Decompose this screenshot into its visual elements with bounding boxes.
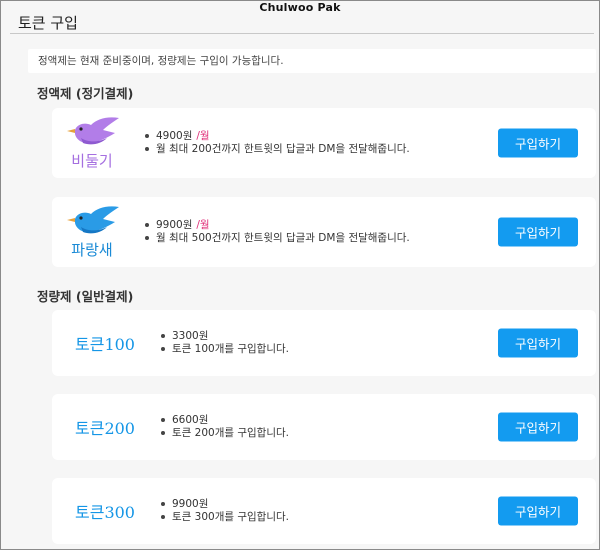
plan-description: 월 최대 500건까지 한트윗의 답글과 DM을 전달해줍니다. <box>144 232 410 245</box>
plan-card-pigeon: 비둘기 4900원/월 월 최대 200건까지 한트윗의 답글과 DM을 전달해… <box>52 108 596 178</box>
plan-name: 비둘기 <box>71 151 113 170</box>
plan-period: /월 <box>196 130 210 142</box>
token-description: 토큰 100개를 구입합니다. <box>160 343 289 356</box>
buy-button-pigeon[interactable]: 구입하기 <box>498 128 578 158</box>
token-name: 토큰200 <box>75 419 135 438</box>
plan-visual: 비둘기 <box>52 108 132 178</box>
token-details: 3300원 토큰 100개를 구입합니다. <box>160 330 289 356</box>
token-details: 6600원 토큰 200개를 구입합니다. <box>160 414 289 440</box>
token-card-200: 토큰200 6600원 토큰 200개를 구입합니다. 구입하기 <box>52 394 596 460</box>
notice-banner: 정액제는 현재 준비중이며, 정량제는 구입이 가능합니다. <box>28 49 596 73</box>
plan-price: 9900원 <box>156 219 193 231</box>
token-description: 토큰 300개를 구입합니다. <box>160 511 289 524</box>
token-name: 토큰100 <box>75 335 135 354</box>
buy-button-bluebird[interactable]: 구입하기 <box>498 217 578 247</box>
token-price: 3300원 <box>160 330 289 343</box>
plan-price: 4900원 <box>156 130 193 142</box>
bluebird-icon <box>67 205 119 233</box>
token-details: 9900원 토큰 300개를 구입합니다. <box>160 498 289 524</box>
subscription-heading: 정액제 (정기결제) <box>37 86 134 101</box>
plan-card-bluebird: 파랑새 9900원/월 월 최대 500건까지 한트윗의 답글과 DM을 전달해… <box>52 197 596 267</box>
token-price: 6600원 <box>160 414 289 427</box>
buy-button-token-200[interactable]: 구입하기 <box>498 412 578 442</box>
plan-period: /월 <box>196 219 210 231</box>
token-visual: 토큰100 <box>52 310 158 376</box>
plan-price-item: 9900원/월 <box>144 219 410 232</box>
token-card-300: 토큰300 9900원 토큰 300개를 구입합니다. 구입하기 <box>52 478 596 544</box>
token-card-100: 토큰100 3300원 토큰 100개를 구입합니다. 구입하기 <box>52 310 596 376</box>
prepaid-heading: 정량제 (일반결제) <box>37 289 134 304</box>
token-visual: 토큰300 <box>52 478 158 544</box>
plan-price-item: 4900원/월 <box>144 130 410 143</box>
token-price: 9900원 <box>160 498 289 511</box>
plan-visual: 파랑새 <box>52 197 132 267</box>
plan-details: 9900원/월 월 최대 500건까지 한트윗의 답글과 DM을 전달해줍니다. <box>144 219 410 245</box>
window-title: Chulwoo Pak <box>259 1 341 14</box>
title-divider <box>10 33 594 34</box>
page-title: 토큰 구입 <box>18 14 78 32</box>
plan-description: 월 최대 200건까지 한트윗의 답글과 DM을 전달해줍니다. <box>144 143 410 156</box>
plan-name: 파랑새 <box>71 240 113 259</box>
token-visual: 토큰200 <box>52 394 158 460</box>
token-name: 토큰300 <box>75 503 135 522</box>
plan-details: 4900원/월 월 최대 200건까지 한트윗의 답글과 DM을 전달해줍니다. <box>144 130 410 156</box>
buy-button-token-300[interactable]: 구입하기 <box>498 496 578 526</box>
token-description: 토큰 200개를 구입합니다. <box>160 427 289 440</box>
buy-button-token-100[interactable]: 구입하기 <box>498 328 578 358</box>
pigeon-icon <box>67 116 119 144</box>
